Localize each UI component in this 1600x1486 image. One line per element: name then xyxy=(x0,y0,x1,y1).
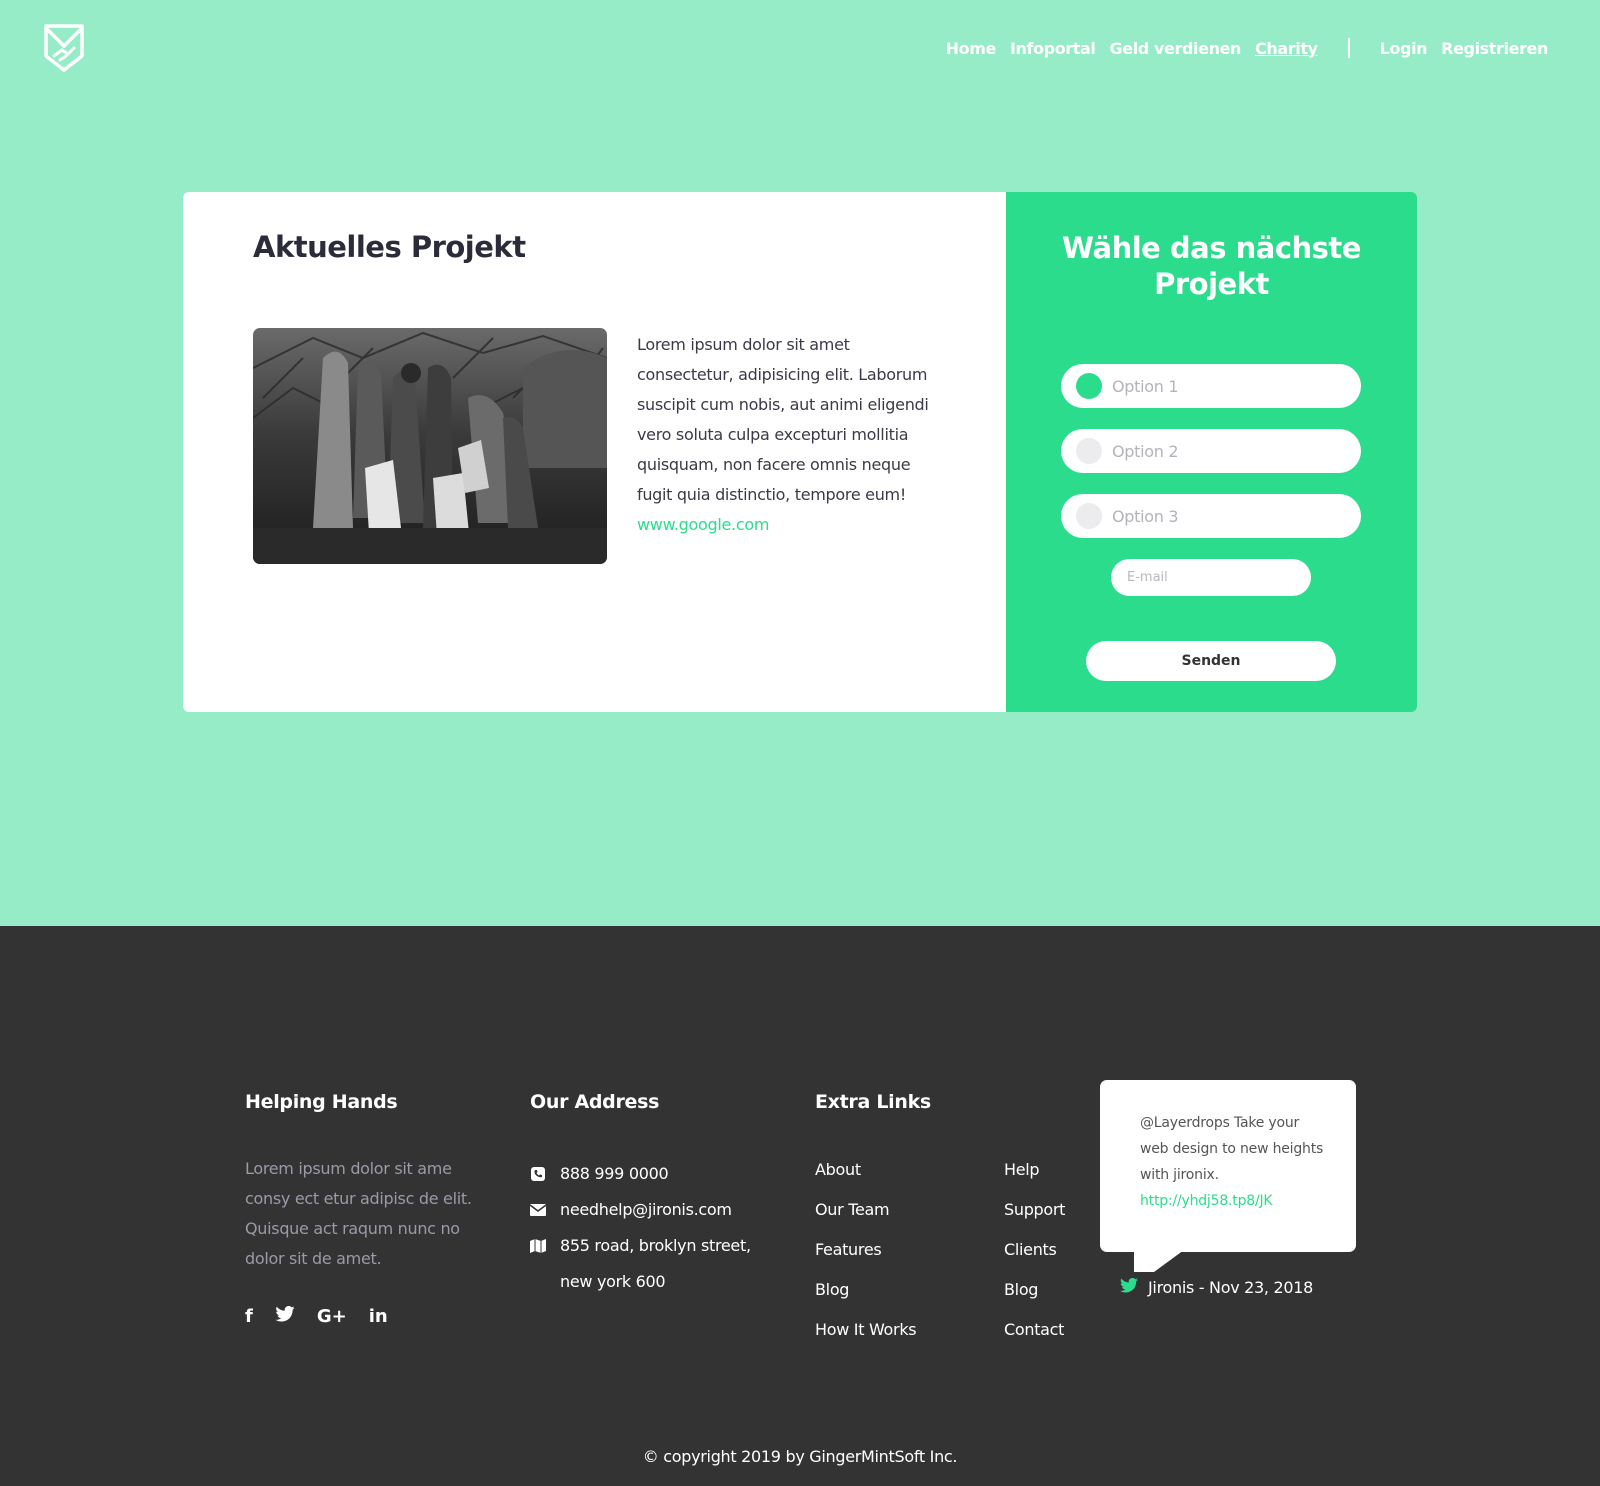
tweet-author-date: Jironis - Nov 23, 2018 xyxy=(1148,1278,1314,1297)
vote-option-3[interactable]: Option 3 xyxy=(1061,494,1361,538)
nav-home[interactable]: Home xyxy=(946,39,997,58)
radio-icon[interactable] xyxy=(1076,438,1102,464)
link-blog[interactable]: Blog xyxy=(815,1270,916,1310)
main-nav: Home Infoportal Geld verdienen Charity L… xyxy=(946,38,1548,58)
tweet-bubble-tail xyxy=(1134,1250,1184,1272)
map-icon xyxy=(530,1228,560,1264)
nav-divider xyxy=(1347,38,1350,58)
project-photo xyxy=(253,328,607,564)
current-project-title: Aktuelles Projekt xyxy=(253,230,526,264)
address-city: new york 600 xyxy=(530,1264,770,1300)
vote-option-label: Option 2 xyxy=(1112,441,1179,461)
tweet-link[interactable]: http://yhdj58.tp8/JK xyxy=(1140,1193,1273,1209)
link-blog-2[interactable]: Blog xyxy=(1004,1270,1065,1310)
social-links: f G+ in xyxy=(245,1305,388,1327)
footer-address-title: Our Address xyxy=(530,1091,660,1113)
address-street: 855 road, broklyn street, xyxy=(530,1228,770,1264)
current-project-panel: Aktuelles Projekt Lorem ipsum dolor sit … xyxy=(183,192,1006,712)
tweet-text: @Layerdrops Take your web design to new … xyxy=(1140,1115,1324,1183)
send-button[interactable]: Senden xyxy=(1086,641,1336,681)
shield-handshake-icon[interactable] xyxy=(42,22,86,74)
linkedin-icon[interactable]: in xyxy=(369,1306,388,1327)
link-how-it-works[interactable]: How It Works xyxy=(815,1310,917,1350)
twitter-icon[interactable] xyxy=(275,1305,295,1327)
radio-icon[interactable] xyxy=(1076,503,1102,529)
street-text: 855 road, broklyn street, xyxy=(560,1236,751,1255)
link-clients[interactable]: Clients xyxy=(1004,1230,1065,1270)
nav-register[interactable]: Registrieren xyxy=(1441,39,1548,58)
vote-option-label: Option 1 xyxy=(1112,376,1179,396)
link-contact[interactable]: Contact xyxy=(1004,1310,1065,1350)
extra-links-col-1: About Our Team Features Blog How It Work… xyxy=(815,1150,917,1350)
footer-links-title: Extra Links xyxy=(815,1091,931,1113)
tweet-card: @Layerdrops Take your web design to new … xyxy=(1100,1080,1356,1252)
vote-title: Wähle das nächste Projekt xyxy=(1062,231,1361,301)
address-phone: 888 999 0000 xyxy=(530,1156,770,1192)
vote-option-1[interactable]: Option 1 xyxy=(1061,364,1361,408)
project-description: Lorem ipsum dolor sit amet consectetur, … xyxy=(637,330,947,540)
link-help[interactable]: Help xyxy=(1004,1150,1065,1190)
address-list: 888 999 0000 needhelp@jironis.com 855 ro… xyxy=(530,1156,770,1300)
nav-infoportal[interactable]: Infoportal xyxy=(1010,39,1096,58)
radio-selected-icon[interactable] xyxy=(1076,373,1102,399)
project-link[interactable]: www.google.com xyxy=(637,510,947,540)
email-field[interactable] xyxy=(1111,559,1311,596)
project-card: Aktuelles Projekt Lorem ipsum dolor sit … xyxy=(183,192,1417,712)
extra-links-col-2: Help Support Clients Blog Contact xyxy=(1004,1150,1065,1350)
copyright: © copyright 2019 by GingerMintSoft Inc. xyxy=(642,1447,958,1466)
footer-about-title: Helping Hands xyxy=(245,1091,398,1113)
nav-charity[interactable]: Charity xyxy=(1255,39,1318,58)
twitter-icon xyxy=(1120,1277,1138,1297)
google-plus-icon[interactable]: G+ xyxy=(317,1306,347,1327)
phone-icon xyxy=(530,1156,560,1192)
project-description-text: Lorem ipsum dolor sit amet consectetur, … xyxy=(637,335,929,504)
envelope-icon xyxy=(530,1192,560,1228)
vote-panel: Wähle das nächste Projekt Option 1 Optio… xyxy=(1006,192,1417,712)
facebook-icon[interactable]: f xyxy=(245,1306,253,1327)
link-about[interactable]: About xyxy=(815,1150,916,1190)
vote-option-label: Option 3 xyxy=(1112,506,1179,526)
address-email: needhelp@jironis.com xyxy=(530,1192,770,1228)
link-features[interactable]: Features xyxy=(815,1230,916,1270)
phone-text: 888 999 0000 xyxy=(560,1164,669,1183)
email-text[interactable]: needhelp@jironis.com xyxy=(560,1192,732,1228)
footer-about-text: Lorem ipsum dolor sit ame consy ect etur… xyxy=(245,1159,472,1268)
nav-geld-verdienen[interactable]: Geld verdienen xyxy=(1110,39,1242,58)
footer: Helping Hands Lorem ipsum dolor sit ame … xyxy=(0,926,1600,1486)
vote-option-2[interactable]: Option 2 xyxy=(1061,429,1361,473)
nav-login[interactable]: Login xyxy=(1380,39,1428,58)
link-support[interactable]: Support xyxy=(1004,1190,1065,1230)
link-our-team[interactable]: Our Team xyxy=(815,1190,916,1230)
tweet-meta: Jironis - Nov 23, 2018 xyxy=(1120,1277,1314,1297)
city-text: new york 600 xyxy=(560,1272,666,1291)
